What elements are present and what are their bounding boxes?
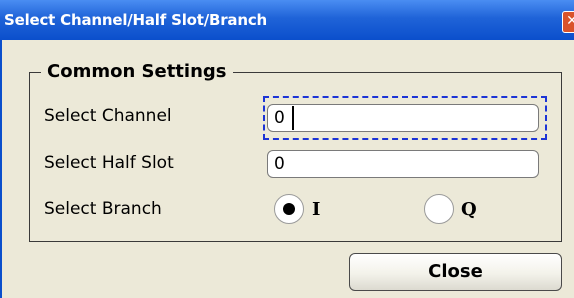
radio-selected-dot: [283, 203, 295, 215]
close-icon[interactable]: ✕: [562, 11, 574, 33]
select-channel-label: Select Channel: [44, 106, 172, 126]
branch-q-radio[interactable]: [424, 194, 454, 224]
half-slot-input[interactable]: 0: [267, 150, 539, 178]
select-half-slot-label: Select Half Slot: [44, 153, 174, 173]
title-bar[interactable]: Select Channel/Half Slot/Branch ✕: [0, 0, 574, 40]
window-title: Select Channel/Half Slot/Branch: [4, 11, 268, 29]
group-legend: Common Settings: [41, 61, 233, 82]
text-caret: [292, 106, 294, 130]
channel-input[interactable]: 0: [267, 104, 539, 132]
branch-i-radio[interactable]: [274, 194, 304, 224]
select-branch-label: Select Branch: [44, 199, 162, 219]
close-button[interactable]: Close: [349, 253, 562, 291]
branch-q-label[interactable]: Q: [461, 199, 477, 220]
branch-i-label[interactable]: I: [312, 199, 320, 220]
